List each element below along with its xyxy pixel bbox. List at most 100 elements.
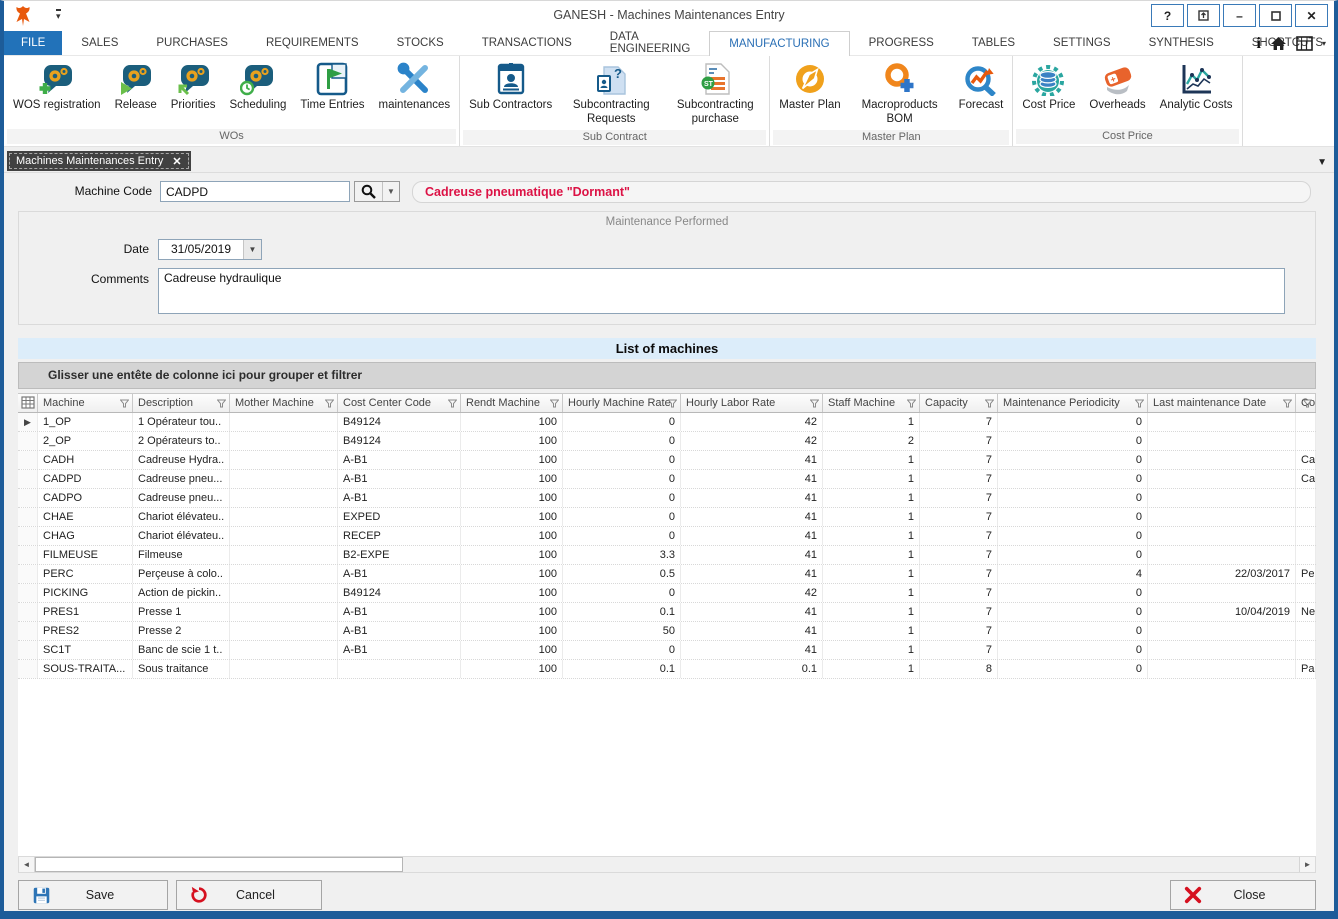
machine-row-sc1t[interactable]: SC1TBanc de scie 1 t..A-B1100041170 [18,641,1316,660]
row-selector[interactable] [18,603,38,621]
machine-row-sous-traita[interactable]: SOUS-TRAITA...Sous traitance1000.10.1180… [18,660,1316,679]
menu-dropdown-caret-icon[interactable]: ▾ [1322,39,1326,48]
menu-tab-progress[interactable]: PROGRESS [850,31,953,55]
row-selector[interactable] [18,470,38,488]
menu-tab-synthesis[interactable]: SYNTHESIS [1130,31,1233,55]
popout-window-button[interactable] [1187,4,1220,27]
machine-row-cadh[interactable]: CADHCadreuse Hydra..A-B1100041170Cad [18,451,1316,470]
tab-machines-maintenances-entry[interactable]: Machines Maintenances Entry ✕ [7,151,191,171]
date-dropdown-caret-icon[interactable]: ▼ [243,240,261,259]
row-selector[interactable] [18,660,38,678]
scrollbar-thumb[interactable] [35,857,403,872]
column-header-rendt-machine[interactable]: Rendt Machine [461,394,563,412]
row-selector[interactable] [18,527,38,545]
comments-textarea[interactable]: Cadreuse hydraulique [158,268,1285,314]
machine-row-2-op[interactable]: 2_OP2 Opérateurs to..B49124100042270 [18,432,1316,451]
machine-row-1-op[interactable]: ▶1_OP1 Opérateur tou..B49124100042170 [18,413,1316,432]
cell-rendt-machine: 100 [461,489,563,507]
machine-row-cadpo[interactable]: CADPOCadreuse pneu...A-B1100041170 [18,489,1316,508]
cost-price-button[interactable]: Cost Price [1015,58,1082,115]
save-button[interactable]: Save [18,880,168,910]
menu-tab-requirements[interactable]: REQUIREMENTS [247,31,378,55]
scroll-left-arrow-icon[interactable]: ◄ [19,857,35,872]
column-header-machine[interactable]: Machine [38,394,133,412]
current-row-marker-icon[interactable]: ▶ [18,413,38,431]
search-icon[interactable] [355,182,383,201]
row-selector[interactable] [18,432,38,450]
column-header-description[interactable]: Description [133,394,230,412]
row-selector[interactable] [18,451,38,469]
cancel-button[interactable]: Cancel [176,880,322,910]
column-header-staff-machine[interactable]: Staff Machine [823,394,920,412]
help-window-button[interactable]: ? [1151,4,1184,27]
cell-last-maintenance-date [1148,470,1296,488]
forecast-button[interactable]: Forecast [952,58,1011,115]
grid-corner-icon[interactable] [18,394,38,412]
column-header-last-maintenance-date[interactable]: Last maintenance Date [1148,394,1296,412]
row-selector[interactable] [18,508,38,526]
menu-tab-purchases[interactable]: PURCHASES [137,31,247,55]
maintenances-button[interactable]: maintenances [372,58,458,115]
menu-tab-transactions[interactable]: TRANSACTIONS [463,31,591,55]
menu-tab-sales[interactable]: SALES [62,31,137,55]
release-button[interactable]: Release [108,58,164,115]
machine-row-perc[interactable]: PERCPerçeuse à colo..A-B11000.54117422/0… [18,565,1316,584]
machine-search-button[interactable]: ▼ [354,181,400,202]
home-icon[interactable] [1270,36,1287,51]
menu-tab-settings[interactable]: SETTINGS [1034,31,1130,55]
column-header-capacity[interactable]: Capacity [920,394,998,412]
row-selector[interactable] [18,584,38,602]
close-button[interactable]: Close [1170,880,1316,910]
cell-capacity: 7 [920,641,998,659]
priorities-button[interactable]: Priorities [164,58,223,115]
minimize-window-button[interactable]: – [1223,4,1256,27]
machine-code-input[interactable] [160,181,350,202]
row-selector[interactable] [18,489,38,507]
subcontracting-purchase-button[interactable]: STSubcontracting purchase [663,58,767,129]
subcontracting-requests-button[interactable]: ?Subcontracting Requests [559,58,663,129]
calculator-icon[interactable] [1296,36,1313,51]
overheads-button[interactable]: +Overheads [1082,58,1152,115]
grid-group-panel[interactable]: Glisser une entête de colonne ici pour g… [18,362,1316,389]
menu-tab-file[interactable]: FILE [4,31,62,55]
info-icon[interactable]: i [1257,35,1261,53]
date-picker[interactable]: 31/05/2019 ▼ [158,239,262,260]
master-plan-button[interactable]: Master Plan [772,58,847,115]
machine-row-pres1[interactable]: PRES1Presse 1A-B11000.14117010/04/2019Ne… [18,603,1316,622]
tab-list-caret-icon[interactable]: ▼ [1317,157,1327,168]
machine-row-pres2[interactable]: PRES2Presse 2A-B11005041170 [18,622,1316,641]
column-header-maintenance-periodicity[interactable]: Maintenance Periodicity [998,394,1148,412]
column-header-comments[interactable]: Comments [1296,394,1316,412]
search-dropdown-caret-icon[interactable]: ▼ [383,182,399,201]
macroproducts-bom-button[interactable]: Macroproducts BOM [848,58,952,129]
machine-row-picking[interactable]: PICKINGAction de pickin..B49124100042170 [18,584,1316,603]
maximize-window-button[interactable] [1259,4,1292,27]
horizontal-scrollbar[interactable]: ◄ ► [18,856,1316,873]
machine-row-cadpd[interactable]: CADPDCadreuse pneu...A-B1100041170Cad [18,470,1316,489]
scroll-right-arrow-icon[interactable]: ► [1299,857,1315,872]
list-of-machines-title: List of machines [18,338,1316,359]
row-selector[interactable] [18,546,38,564]
menu-tab-data-engineering[interactable]: DATA ENGINEERING [591,31,710,55]
column-header-hourly-machine-rate[interactable]: Hourly Machine Rate [563,394,681,412]
menu-tab-manufacturing[interactable]: MANUFACTURING [709,31,849,56]
row-selector[interactable] [18,622,38,640]
time-entries-button[interactable]: Time Entries [293,58,371,115]
wos-registration-button[interactable]: WOS registration [6,58,108,115]
analytic-costs-button[interactable]: Analytic Costs [1153,58,1240,115]
cell-staff-machine: 1 [823,489,920,507]
menu-tab-tables[interactable]: TABLES [953,31,1034,55]
tab-close-icon[interactable]: ✕ [172,155,181,168]
column-header-mother-machine[interactable]: Mother Machine [230,394,338,412]
scheduling-button[interactable]: Scheduling [223,58,294,115]
sub-contractors-button[interactable]: Sub Contractors [462,58,559,115]
row-selector[interactable] [18,641,38,659]
close-window-button[interactable]: ✕ [1295,4,1328,27]
menu-tab-stocks[interactable]: STOCKS [378,31,463,55]
machine-row-filmeuse[interactable]: FILMEUSEFilmeuseB2-EXPE1003.341170 [18,546,1316,565]
row-selector[interactable] [18,565,38,583]
column-header-cost-center-code[interactable]: Cost Center Code [338,394,461,412]
machine-row-chag[interactable]: CHAGChariot élévateu..RECEP100041170 [18,527,1316,546]
machine-row-chae[interactable]: CHAEChariot élévateu..EXPED100041170 [18,508,1316,527]
column-header-hourly-labor-rate[interactable]: Hourly Labor Rate [681,394,823,412]
